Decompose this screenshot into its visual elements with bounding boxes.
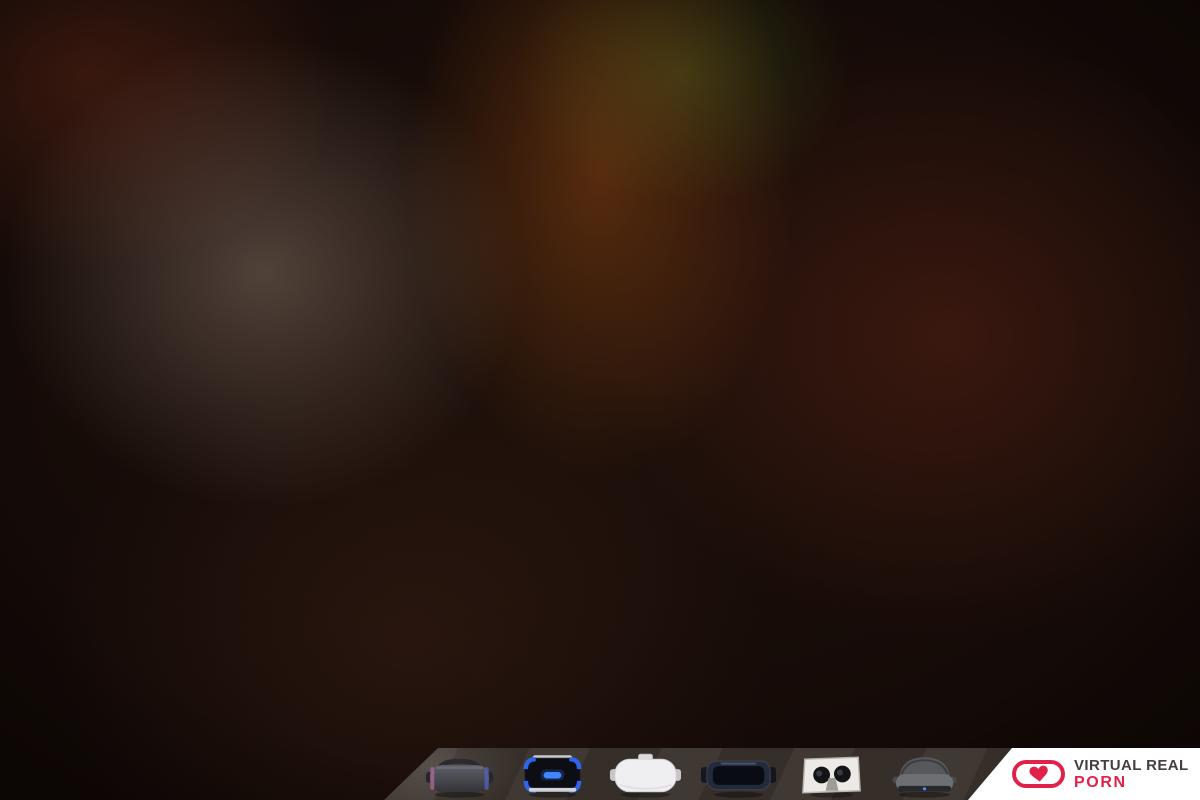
brand-line2: PORN <box>1074 775 1189 791</box>
device-gear-vr[interactable] <box>699 748 778 800</box>
playstation-vr-icon <box>513 748 592 800</box>
rift-s-icon <box>885 748 964 800</box>
brand-line1: VIRTUAL REAL <box>1074 758 1189 773</box>
device-list <box>420 748 964 800</box>
device-cardboard[interactable] <box>792 748 871 800</box>
brand-wordmark: VIRTUAL REAL PORN <box>1074 758 1189 791</box>
device-oculus-go[interactable] <box>606 748 685 800</box>
device-oculus-quest[interactable] <box>420 748 499 800</box>
gear-vr-icon <box>699 748 778 800</box>
device-playstation-vr[interactable] <box>513 748 592 800</box>
screen: VIRTUAL REAL PORN <box>0 0 1200 800</box>
brand-logo[interactable]: VIRTUAL REAL PORN <box>1012 758 1189 791</box>
heart-icon <box>1012 760 1065 788</box>
device-rift-s[interactable] <box>885 748 964 800</box>
oculus-quest-icon <box>420 748 499 800</box>
video-frame <box>0 0 1200 800</box>
cardboard-icon <box>792 748 871 800</box>
oculus-go-icon <box>606 748 685 800</box>
